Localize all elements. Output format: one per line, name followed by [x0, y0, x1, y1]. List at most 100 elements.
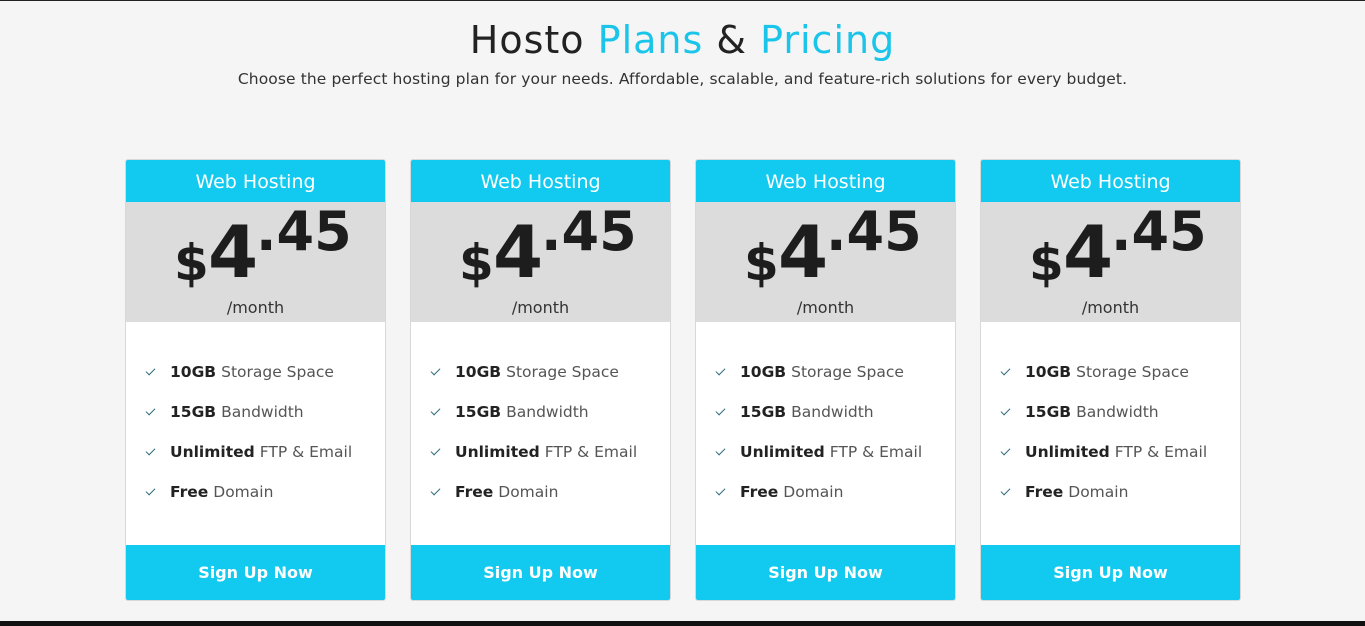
price-currency: $ [174, 234, 209, 292]
price-period: /month [511, 298, 570, 317]
feature-bold: Free [740, 483, 779, 501]
check-icon [429, 480, 455, 504]
plan-name: Web Hosting [696, 160, 955, 202]
feature-list: 10GB Storage Space 15GB Bandwidth Unlimite… [696, 322, 955, 546]
feature-item: Unlimited FTP & Email [429, 440, 670, 480]
feature-text: Bandwidth [506, 403, 589, 421]
check-icon [429, 360, 455, 384]
check-icon [144, 360, 170, 384]
title-word-hosto: Hosto [469, 18, 585, 62]
pricing-card: Web Hosting $ 4 .45 /month 10GB Storage S… [125, 159, 386, 601]
price-integer: 4 [208, 210, 259, 294]
title-word-plans: Plans [597, 18, 704, 62]
plan-price: $ 4 .45 [981, 200, 1240, 294]
check-icon [429, 440, 455, 464]
check-icon [144, 400, 170, 424]
title-word-pricing: Pricing [760, 18, 896, 62]
price-period: /month [796, 298, 855, 317]
check-icon [714, 400, 740, 424]
price-currency: $ [1029, 234, 1064, 292]
feature-text: Domain [498, 483, 559, 501]
feature-text: FTP & Email [829, 443, 923, 461]
plan-price: $ 4 .45 [696, 200, 955, 294]
plan-name: Web Hosting [981, 160, 1240, 202]
feature-bold: Free [170, 483, 209, 501]
feature-item: 10GB Storage Space [999, 360, 1240, 400]
check-icon [999, 440, 1025, 464]
check-icon [714, 480, 740, 504]
feature-text: Domain [783, 483, 844, 501]
feature-bold: 15GB [170, 403, 217, 421]
price-decimal: .45 [541, 200, 637, 263]
feature-bold: Unlimited [455, 443, 540, 461]
price-currency: $ [744, 234, 779, 292]
feature-list: 10GB Storage Space 15GB Bandwidth Unlimite… [981, 322, 1240, 546]
price-decimal: .45 [256, 200, 352, 263]
feature-item: 10GB Storage Space [144, 360, 385, 400]
feature-bold: 10GB [740, 363, 787, 381]
check-icon [714, 440, 740, 464]
sign-up-button[interactable]: Sign Up Now [126, 545, 385, 600]
feature-bold: Unlimited [170, 443, 255, 461]
price-band: $ 4 .45 /month [126, 200, 385, 322]
feature-list: 10GB Storage Space 15GB Bandwidth Unlimite… [126, 322, 385, 546]
sign-up-button[interactable]: Sign Up Now [981, 545, 1240, 600]
feature-bold: Unlimited [740, 443, 825, 461]
sign-up-button[interactable]: Sign Up Now [696, 545, 955, 600]
check-icon [714, 360, 740, 384]
feature-text: Bandwidth [791, 403, 874, 421]
feature-text: Storage Space [506, 363, 619, 381]
feature-bold: Free [1025, 483, 1064, 501]
feature-item: 15GB Bandwidth [429, 400, 670, 440]
page-subtitle: Choose the perfect hosting plan for your… [237, 70, 1128, 88]
check-icon [144, 440, 170, 464]
feature-text: Storage Space [221, 363, 334, 381]
feature-item: Free Domain [429, 480, 670, 520]
check-icon [429, 400, 455, 424]
feature-item: Free Domain [999, 480, 1240, 520]
price-decimal: .45 [826, 200, 922, 263]
feature-bold: 10GB [455, 363, 502, 381]
price-band: $ 4 .45 /month [981, 200, 1240, 322]
feature-item: 15GB Bandwidth [999, 400, 1240, 440]
feature-bold: 10GB [1025, 363, 1072, 381]
check-icon [999, 480, 1025, 504]
feature-bold: Free [455, 483, 494, 501]
feature-bold: 15GB [1025, 403, 1072, 421]
check-icon [144, 480, 170, 504]
check-icon [999, 360, 1025, 384]
price-integer: 4 [493, 210, 544, 294]
pricing-card: Web Hosting $ 4 .45 /month 10GB Storage S… [695, 159, 956, 601]
feature-text: Domain [1068, 483, 1129, 501]
feature-item: Unlimited FTP & Email [714, 440, 955, 480]
feature-text: Domain [213, 483, 274, 501]
price-band: $ 4 .45 /month [411, 200, 670, 322]
feature-item: 15GB Bandwidth [714, 400, 955, 440]
price-band: $ 4 .45 /month [696, 200, 955, 322]
pricing-header: Hosto Plans & Pricing Choose the perfect… [0, 16, 1365, 88]
feature-bold: 15GB [740, 403, 787, 421]
feature-item: Free Domain [144, 480, 385, 520]
feature-text: Bandwidth [221, 403, 304, 421]
price-integer: 4 [778, 210, 829, 294]
pricing-card: Web Hosting $ 4 .45 /month 10GB Storage S… [410, 159, 671, 601]
plan-price: $ 4 .45 [411, 200, 670, 294]
feature-item: 10GB Storage Space [714, 360, 955, 400]
plan-name: Web Hosting [411, 160, 670, 202]
price-decimal: .45 [1111, 200, 1207, 263]
feature-text: Storage Space [1076, 363, 1189, 381]
top-border [0, 0, 1365, 1]
feature-text: FTP & Email [1114, 443, 1208, 461]
feature-text: FTP & Email [544, 443, 638, 461]
feature-item: 15GB Bandwidth [144, 400, 385, 440]
feature-bold: Unlimited [1025, 443, 1110, 461]
plan-price: $ 4 .45 [126, 200, 385, 294]
page-title: Hosto Plans & Pricing [0, 16, 1365, 64]
sign-up-button[interactable]: Sign Up Now [411, 545, 670, 600]
price-currency: $ [459, 234, 494, 292]
feature-bold: 10GB [170, 363, 217, 381]
price-period: /month [226, 298, 285, 317]
price-period: /month [1081, 298, 1140, 317]
feature-text: Storage Space [791, 363, 904, 381]
bottom-bar [0, 621, 1365, 626]
